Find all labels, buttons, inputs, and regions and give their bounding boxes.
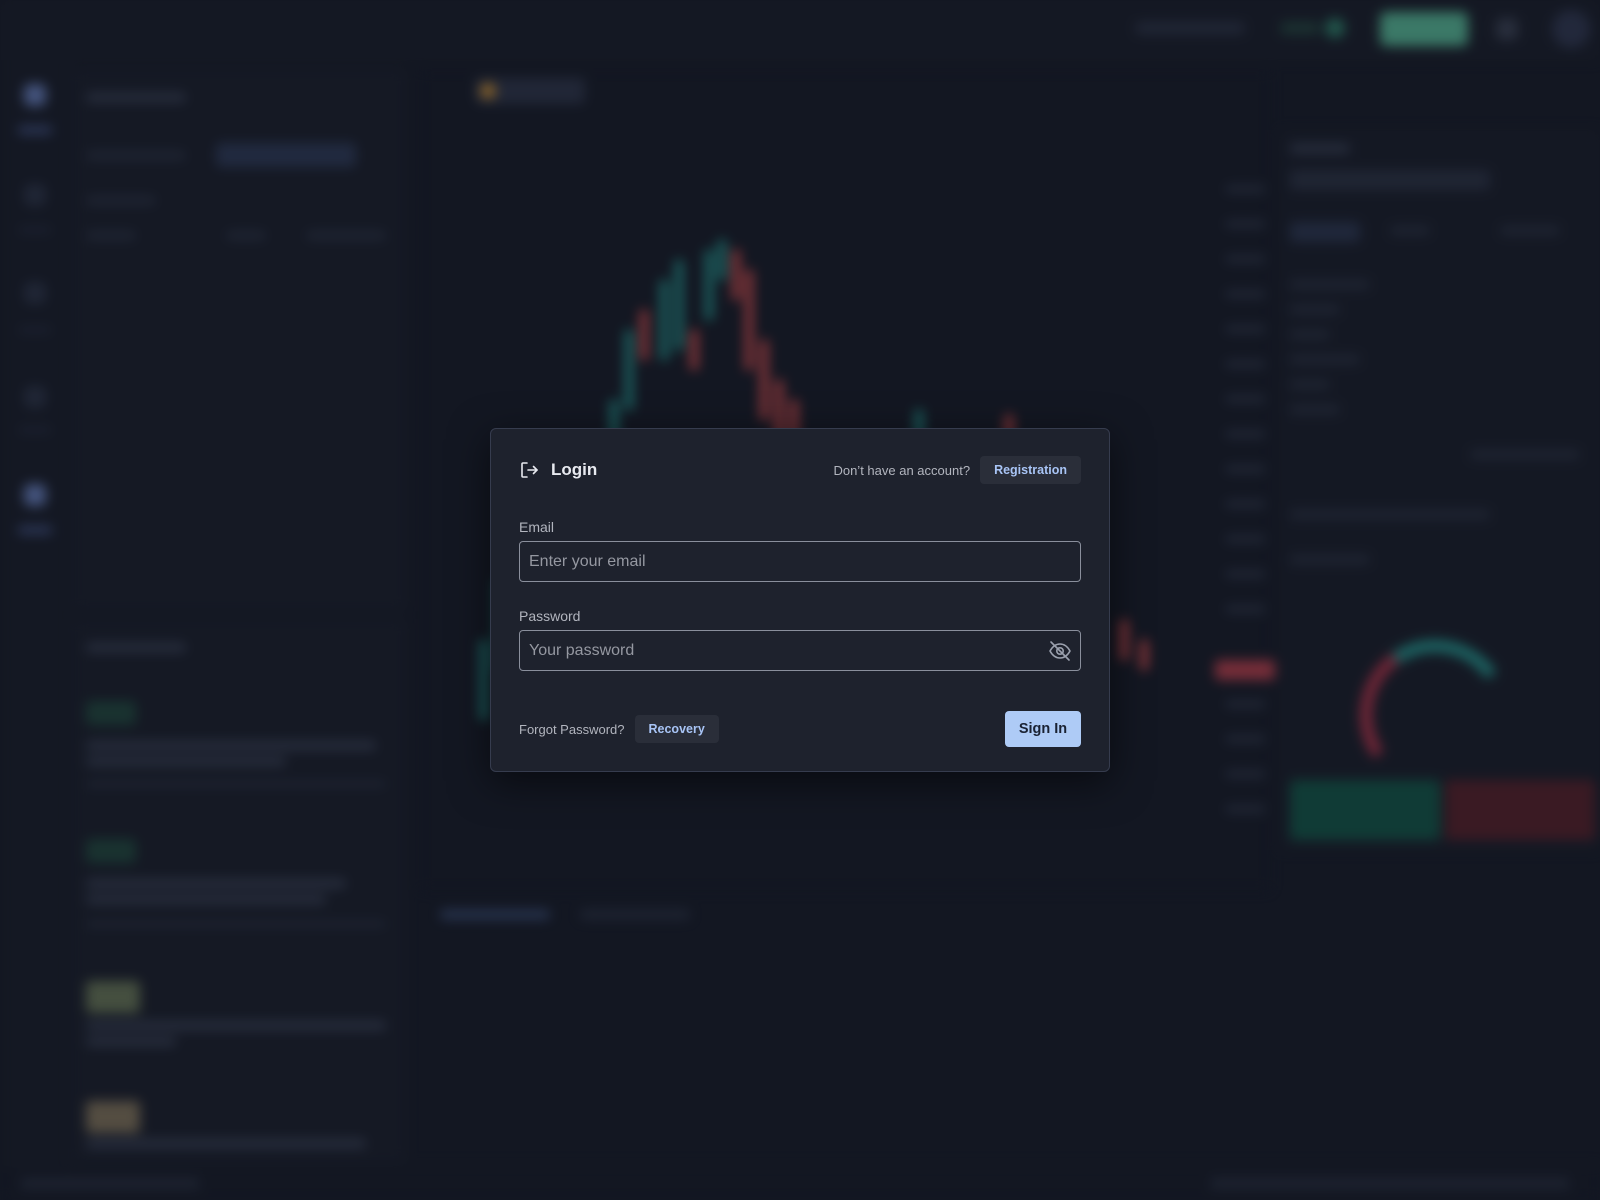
email-label: Email — [519, 519, 555, 535]
forgot-password-text: Forgot Password? — [519, 721, 625, 737]
no-account-text: Don’t have an account? — [833, 462, 971, 478]
sell-button-bg — [1445, 780, 1595, 840]
top-bar — [0, 0, 1600, 60]
market-news-panel — [75, 620, 405, 1160]
password-input[interactable] — [520, 631, 1080, 670]
login-modal: Login Don’t have an account? Registratio… — [490, 428, 1110, 772]
password-label: Password — [519, 608, 581, 624]
eye-off-icon[interactable] — [1048, 640, 1072, 662]
registration-button[interactable]: Registration — [980, 456, 1081, 484]
recovery-button[interactable]: Recovery — [634, 715, 719, 743]
email-field-wrapper — [519, 541, 1081, 582]
buy-button-bg — [1290, 780, 1440, 840]
login-modal-footer: Forgot Password? Recovery Sign In — [519, 711, 1081, 747]
left-sidebar — [0, 60, 70, 1170]
sign-in-button[interactable]: Sign In — [1005, 711, 1081, 747]
email-input[interactable] — [520, 542, 1080, 581]
status-bar — [0, 1165, 1600, 1200]
modal-title: Login — [551, 460, 598, 479]
password-field-wrapper — [519, 630, 1081, 671]
login-modal-header: Login Don’t have an account? Registratio… — [519, 455, 1081, 485]
registration-prompt: Don’t have an account? Registration — [833, 456, 1081, 484]
market-watch-panel — [75, 70, 405, 610]
login-icon — [519, 460, 539, 480]
